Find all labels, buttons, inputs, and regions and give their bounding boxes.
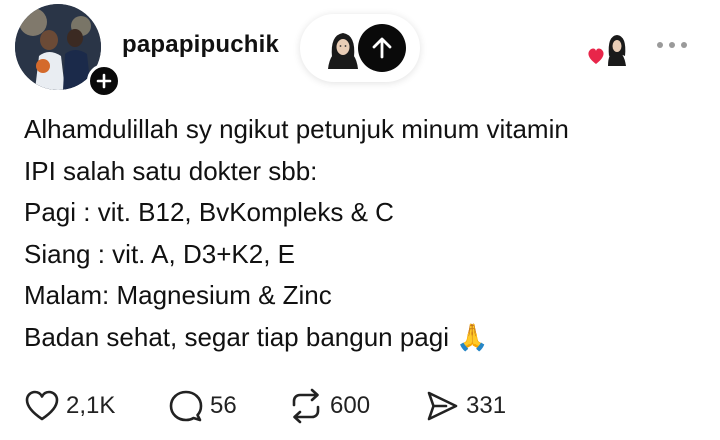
more-options-button[interactable]: [655, 36, 689, 54]
author-avatar-group[interactable]: [15, 4, 121, 98]
plus-icon: [96, 73, 112, 89]
post-line: Alhamdulillah sy ngikut petunjuk minum v…: [24, 114, 569, 144]
heart-avatar-icon: [588, 35, 626, 66]
post-line-text: Badan sehat, segar tiap bangun pagi: [24, 321, 450, 352]
send-icon: [427, 391, 458, 421]
post-line: Pagi : vit. B12, BvKompleks & C: [24, 197, 394, 227]
repost-arrows-icon: [292, 388, 320, 424]
arrow-up-icon: [372, 37, 392, 59]
action-bar: 2,1K 56 600 331: [24, 386, 684, 426]
follow-button[interactable]: [87, 64, 121, 98]
reaction-button[interactable]: [586, 30, 628, 66]
like-button[interactable]: 2,1K: [24, 386, 115, 426]
speech-bubble-icon: [169, 390, 203, 422]
like-count: 2,1K: [66, 392, 116, 419]
post-body: Alhamdulillah sy ngikut petunjuk minum v…: [24, 109, 704, 358]
more-dots-icon: [657, 42, 687, 48]
share-count: 331: [466, 392, 507, 419]
scroll-up-button[interactable]: [358, 24, 406, 72]
username[interactable]: papapipuchik: [122, 31, 279, 59]
repost-count: 600: [330, 392, 371, 419]
share-button[interactable]: 331: [424, 386, 506, 426]
folded-hands-emoji: 🙏: [456, 321, 489, 352]
post-line: Siang : vit. A, D3+K2, E: [24, 238, 295, 269]
repost-button[interactable]: 600: [288, 386, 370, 426]
reply-count: 56: [210, 392, 237, 419]
post-line: IPI salah satu dokter sbb:: [24, 155, 318, 186]
post-line-last: Badan sehat, segar tiap bangun pagi 🙏: [24, 317, 704, 359]
scroll-up-pill[interactable]: [300, 14, 420, 82]
post-line: Malam: Magnesium & Zinc: [24, 280, 332, 310]
heart-outline-icon: [25, 390, 59, 421]
reply-button[interactable]: 56: [168, 386, 237, 426]
